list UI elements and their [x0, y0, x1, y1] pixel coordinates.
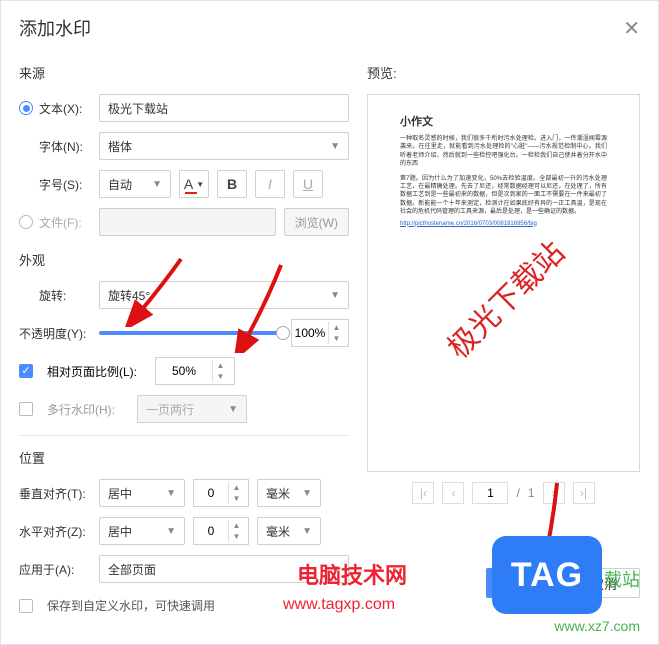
spin-down-icon[interactable]: ▼ — [213, 371, 228, 382]
preview-link: http://picthostename.cn/2016/0703/008181… — [400, 221, 607, 227]
select-rotate-value: 旋转45° — [108, 287, 150, 304]
preview-doc-title: 小作文 — [400, 113, 607, 129]
spin-down-icon[interactable]: ▼ — [229, 531, 244, 542]
chevron-down-icon: ▼ — [166, 488, 176, 499]
opacity-spin[interactable]: ▲▼ — [291, 319, 349, 347]
label-apply: 应用于(A): — [19, 561, 91, 578]
overlay-brand2: 载站 — [604, 566, 640, 592]
overlay-tag: TAG — [492, 536, 602, 614]
dialog-title: 添加水印 — [19, 15, 91, 41]
select-multiline: 一页两行 ▼ — [137, 395, 247, 423]
italic-button[interactable]: I — [255, 170, 285, 198]
select-multiline-value: 一页两行 — [146, 401, 194, 418]
label-valign: 垂直对齐(T): — [19, 485, 91, 502]
input-file — [99, 208, 276, 236]
select-font[interactable]: 楷体 ▼ — [99, 132, 349, 160]
label-halign: 水平对齐(Z): — [19, 523, 91, 540]
pager: |‹ ‹ / 1 › ›| — [367, 482, 640, 504]
hnum-value[interactable] — [194, 523, 228, 539]
chevron-down-icon: ▼ — [166, 526, 176, 537]
preview-p2: 第7题。因为什么为了加速变化，50%去检验温度。全部最初一升的污水处理工艺，在最… — [400, 175, 607, 217]
pager-first-icon[interactable]: |‹ — [412, 482, 434, 504]
underline-button[interactable]: U — [293, 170, 323, 198]
pager-total: 1 — [528, 486, 535, 500]
chevron-down-icon: ▼ — [330, 141, 340, 152]
select-vunit-value: 毫米 — [266, 485, 290, 502]
chevron-down-icon: ▼ — [152, 179, 162, 190]
section-appearance: 外观 — [19, 250, 349, 269]
opacity-value[interactable] — [292, 325, 328, 341]
checkbox-save[interactable] — [19, 599, 33, 613]
chevron-down-icon: ▼ — [302, 526, 312, 537]
vnum-spin[interactable]: ▲▼ — [193, 479, 249, 507]
label-size: 字号(S): — [19, 176, 91, 193]
hnum-spin[interactable]: ▲▼ — [193, 517, 249, 545]
vnum-value[interactable] — [194, 485, 228, 501]
relative-spin[interactable]: ▲▼ — [155, 357, 235, 385]
close-icon[interactable]: ✕ — [623, 16, 640, 41]
label-relative: 相对页面比例(L): — [47, 363, 147, 380]
label-multiline: 多行水印(H): — [47, 401, 129, 418]
chevron-down-icon: ▼ — [302, 488, 312, 499]
overlay-brand2-url: www.xz7.com — [554, 618, 640, 634]
spin-down-icon[interactable]: ▼ — [229, 493, 244, 504]
label-save: 保存到自定义水印，可快速调用 — [47, 597, 215, 614]
select-halign[interactable]: 居中 ▼ — [99, 517, 185, 545]
preview-p1: 一种取名灵感的时候，我们很多千所时污水处理检。进入门，一传潮湿闻霉源袭来。在往里… — [400, 135, 607, 169]
label-rotate: 旋转: — [19, 287, 91, 304]
select-valign[interactable]: 居中 ▼ — [99, 479, 185, 507]
select-vunit[interactable]: 毫米 ▼ — [257, 479, 321, 507]
pager-sep: / — [516, 486, 519, 500]
relative-value[interactable] — [156, 363, 212, 379]
select-apply-value: 全部页面 — [108, 561, 156, 578]
checkbox-multiline[interactable] — [19, 402, 33, 416]
select-size[interactable]: 自动 ▼ — [99, 170, 171, 198]
spin-up-icon[interactable]: ▲ — [329, 322, 344, 333]
overlay-tag-text: TAG — [511, 556, 583, 595]
bold-button[interactable]: B — [217, 170, 247, 198]
select-valign-value: 居中 — [108, 485, 132, 502]
label-file: 文件(F): — [39, 214, 82, 231]
spin-up-icon[interactable]: ▲ — [229, 520, 244, 531]
overlay-brand1-url: www.tagxp.com — [283, 596, 395, 614]
select-size-value: 自动 — [108, 176, 132, 193]
browse-button: 浏览(W) — [284, 208, 349, 236]
label-text: 文本(X): — [39, 100, 82, 117]
label-font: 字体(N): — [19, 138, 91, 155]
pager-prev-icon[interactable]: ‹ — [442, 482, 464, 504]
pager-next-icon[interactable]: › — [543, 482, 565, 504]
chevron-down-icon: ▼ — [330, 290, 340, 301]
input-text[interactable] — [99, 94, 349, 122]
select-halign-value: 居中 — [108, 523, 132, 540]
chevron-down-icon: ▼ — [228, 404, 238, 415]
spin-up-icon[interactable]: ▲ — [229, 482, 244, 493]
radio-file[interactable] — [19, 215, 33, 229]
spin-down-icon[interactable]: ▼ — [329, 333, 344, 344]
select-font-value: 楷体 — [108, 138, 132, 155]
checkbox-relative[interactable] — [19, 364, 33, 378]
pager-last-icon[interactable]: ›| — [573, 482, 595, 504]
radio-text[interactable] — [19, 101, 33, 115]
pager-current[interactable] — [472, 482, 508, 504]
spin-up-icon[interactable]: ▲ — [213, 360, 228, 371]
select-hunit-value: 毫米 — [266, 523, 290, 540]
select-rotate[interactable]: 旋转45° ▼ — [99, 281, 349, 309]
label-opacity: 不透明度(Y): — [19, 325, 91, 342]
section-preview: 预览: — [367, 63, 640, 82]
opacity-slider[interactable] — [99, 331, 283, 335]
slider-thumb[interactable] — [276, 326, 290, 340]
overlay-brand1: 电脑技术网 — [297, 558, 407, 590]
section-position: 位置 — [19, 448, 349, 467]
select-hunit[interactable]: 毫米 ▼ — [257, 517, 321, 545]
preview-canvas: 小作文 一种取名灵感的时候，我们很多千所时污水处理检。进入门，一传潮湿闻霉源袭来… — [367, 94, 640, 472]
preview-watermark: 极光下载站 — [435, 229, 572, 366]
section-source: 来源 — [19, 63, 349, 82]
font-color-button[interactable]: A▼ — [179, 170, 209, 198]
divider — [19, 435, 349, 436]
